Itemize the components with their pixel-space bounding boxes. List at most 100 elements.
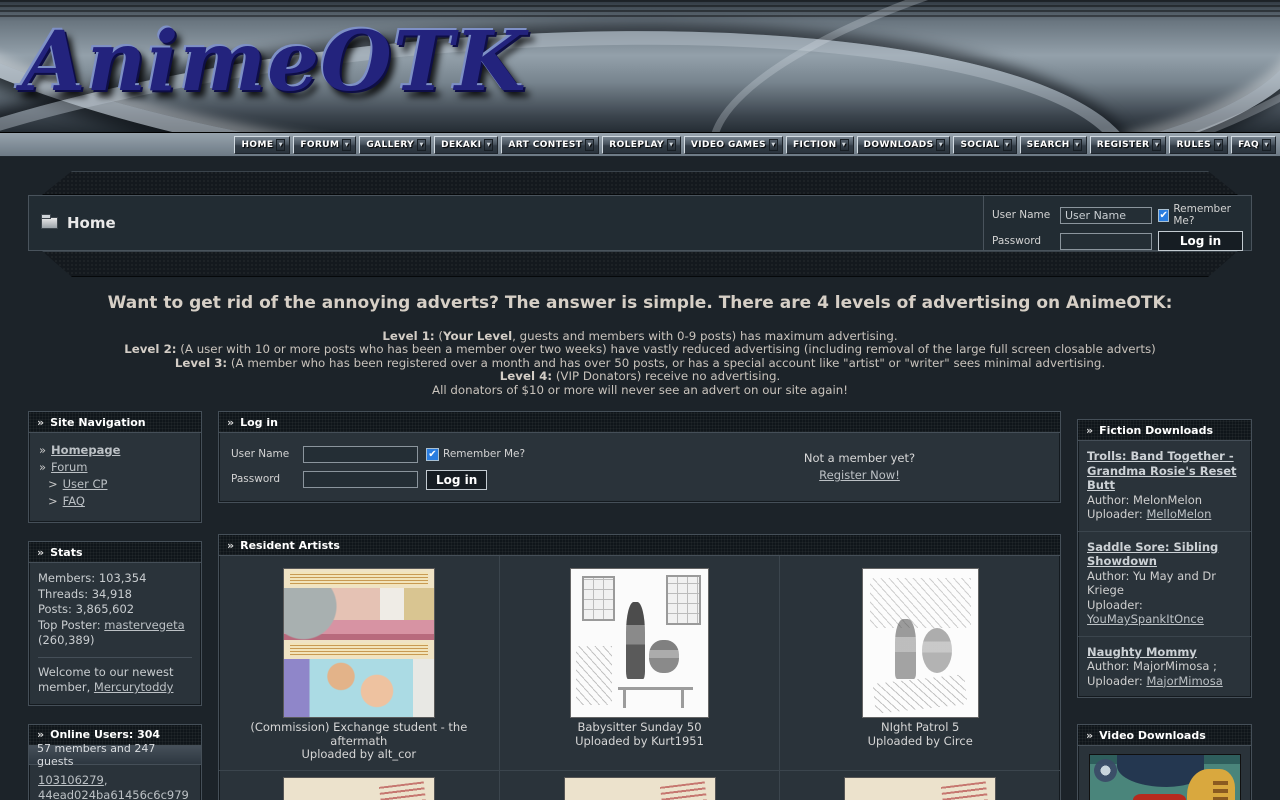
nav-button-faq[interactable]: FAQ▼ [1231, 136, 1276, 154]
nav-button-forum[interactable]: FORUM▼ [293, 136, 356, 154]
artwork-thumbnail[interactable] [571, 569, 708, 717]
nav-button-roleplay[interactable]: ROLEPLAY▼ [602, 136, 681, 154]
chevron-down-icon: ▼ [585, 139, 594, 151]
stats-body: Members: 103,354 Threads: 34,918 Posts: … [29, 563, 201, 705]
artwork-thumbnail[interactable] [863, 569, 978, 717]
fiction-uploader: Uploader: MelloMelon [1087, 507, 1242, 522]
adverts-levels: Level 1: (Your Level, guests and members… [0, 330, 1280, 397]
online-user-link[interactable]: 44ead024ba61456c6c979ffe6 [38, 788, 189, 800]
stats-header: » Stats [29, 542, 201, 563]
nav-button-row: HOME▼FORUM▼GALLERY▼DEKAKI▼ART CONTEST▼RO… [234, 136, 1276, 154]
username-input[interactable] [303, 446, 418, 463]
nav-button-rules[interactable]: RULES▼ [1169, 136, 1228, 154]
nav-button-label: FORUM [300, 140, 339, 150]
chevron-down-icon: ▼ [417, 139, 426, 151]
username-input[interactable] [1060, 207, 1152, 224]
artwork-thumbnail[interactable] [845, 778, 995, 800]
fiction-uploader-link[interactable]: MajorMimosa [1146, 674, 1222, 688]
nav-button-label: FICTION [793, 140, 837, 150]
register-link[interactable]: Register Now! [819, 468, 900, 482]
password-input[interactable] [1060, 233, 1152, 250]
sidebar-link[interactable]: User CP [63, 476, 108, 493]
nav-button-search[interactable]: SEARCH▼ [1020, 136, 1087, 154]
newest-member-note: Welcome to our newest member, Mercurytod… [38, 657, 192, 696]
fiction-uploader-link[interactable]: YouMaySpankItOnce [1087, 612, 1204, 626]
nav-button-register[interactable]: REGISTER▼ [1090, 136, 1167, 154]
nav-button-art-contest[interactable]: ART CONTEST▼ [501, 136, 599, 154]
nav-button-label: ART CONTEST [508, 140, 582, 150]
chevron-down-icon: ▼ [484, 139, 493, 151]
resident-artists-body: (Commission) Exchange student - the afte… [219, 556, 1060, 800]
fiction-title-link[interactable]: Saddle Sore: Sibling Showdown [1087, 540, 1242, 569]
nav-button-fiction[interactable]: FICTION▼ [786, 136, 854, 154]
chevron-down-icon: ▼ [1152, 139, 1161, 151]
remember-checkbox[interactable]: ✔ [426, 448, 439, 461]
double-chevron-icon: » [227, 416, 234, 429]
chevron-down-icon: ▼ [1262, 139, 1271, 151]
artwork-caption[interactable]: NIght Patrol 5 Uploaded by Circe [868, 721, 973, 748]
page-title: Home [67, 214, 116, 232]
nav-button-label: DOWNLOADS [864, 140, 934, 150]
artwork-thumbnail[interactable] [284, 778, 434, 800]
nav-button-gallery[interactable]: GALLERY▼ [359, 136, 431, 154]
nav-button-video-games[interactable]: VIDEO GAMES▼ [684, 136, 783, 154]
video-downloads-header: » Video Downloads [1078, 725, 1251, 746]
sidebar-link[interactable]: Forum [51, 459, 87, 476]
video-downloads-body: Tu Seras un Taxi, Mon Fils! [1078, 746, 1251, 800]
double-chevron-icon: » [1086, 729, 1093, 742]
stat-top-poster: Top Poster: mastervegeta [38, 618, 192, 634]
login-button[interactable]: Log in [426, 470, 487, 490]
newest-member-link[interactable]: Mercurytoddy [94, 680, 174, 694]
nav-button-label: FAQ [1238, 140, 1259, 150]
advert-level-4: Level 4: (VIP Donators) receive no adver… [0, 370, 1280, 383]
double-chevron-icon: » [37, 728, 44, 741]
top-poster-link[interactable]: mastervegeta [104, 618, 184, 632]
nav-button-label: SOCIAL [960, 140, 999, 150]
chevron-down-icon: ▼ [276, 139, 285, 151]
artist-cell: Babysitter Sunday 50 Uploaded by Kurt195… [499, 556, 780, 770]
login-button[interactable]: Log in [1158, 231, 1243, 251]
advert-footer: All donators of $10 or more will never s… [0, 384, 1280, 397]
login-panel-body: User Name ✔ Remember Me? Password Log in… [219, 433, 1060, 502]
nav-button-label: RULES [1176, 140, 1211, 150]
nav-button-downloads[interactable]: DOWNLOADS▼ [857, 136, 951, 154]
fiction-author: Author: MelonMelon [1087, 493, 1242, 508]
artwork-caption[interactable]: Babysitter Sunday 50 Uploaded by Kurt195… [575, 721, 704, 748]
register-box: Not a member yet? Register Now! [671, 443, 1048, 490]
double-chevron-icon: » [1086, 424, 1093, 437]
bullet-icon: > [48, 493, 58, 510]
online-user-link[interactable]: 103106279 [38, 773, 104, 787]
fiction-uploader-link[interactable]: MelloMelon [1146, 507, 1211, 521]
remember-checkbox[interactable]: ✔ [1158, 209, 1169, 222]
artists-row: (Commission) Exchange student - the afte… [219, 556, 1060, 771]
artwork-thumbnail[interactable] [284, 569, 434, 717]
artwork-thumbnail[interactable] [565, 778, 715, 800]
sidebar-link[interactable]: Homepage [51, 442, 120, 459]
advert-level-3: Level 3: (A member who has been register… [0, 357, 1280, 370]
fiction-downloads-header: » Fiction Downloads [1078, 420, 1251, 441]
sidebar-item-faq: > FAQ [39, 493, 191, 510]
site-navigation-panel: » Site Navigation »Homepage»Forum>User C… [28, 411, 202, 523]
nav-button-label: VIDEO GAMES [691, 140, 766, 150]
fiction-title-link[interactable]: Naughty Mommy [1087, 645, 1197, 660]
login-form: User Name ✔ Remember Me? Password Log in [231, 443, 671, 490]
sidebar-item-user-cp: >User CP [39, 476, 191, 493]
double-chevron-icon: » [37, 416, 44, 429]
main-navbar: HOME▼FORUM▼GALLERY▼DEKAKI▼ART CONTEST▼RO… [0, 133, 1280, 157]
nav-button-social[interactable]: SOCIAL▼ [953, 136, 1016, 154]
nav-button-dekaki[interactable]: DEKAKI▼ [434, 136, 498, 154]
chevron-down-icon: ▼ [840, 139, 849, 151]
folder-icon [41, 217, 58, 229]
nav-button-label: HOME [241, 140, 273, 150]
nav-button-home[interactable]: HOME▼ [234, 136, 290, 154]
artwork-caption[interactable]: (Commission) Exchange student - the afte… [225, 721, 493, 762]
sidebar-link[interactable]: FAQ [63, 493, 85, 510]
password-input[interactable] [303, 471, 418, 488]
bullet-icon: » [39, 442, 46, 459]
site-logo[interactable]: AnimeOTK [22, 14, 527, 110]
fiction-author: Author: Yu May and Dr Kriege [1087, 569, 1242, 598]
fiction-title-link[interactable]: Trolls: Band Together - Grandma Rosie's … [1087, 449, 1242, 493]
chevron-down-icon: ▼ [1073, 139, 1082, 151]
video-thumbnail[interactable] [1090, 755, 1240, 800]
login-panel-header: » Log in [219, 412, 1060, 433]
